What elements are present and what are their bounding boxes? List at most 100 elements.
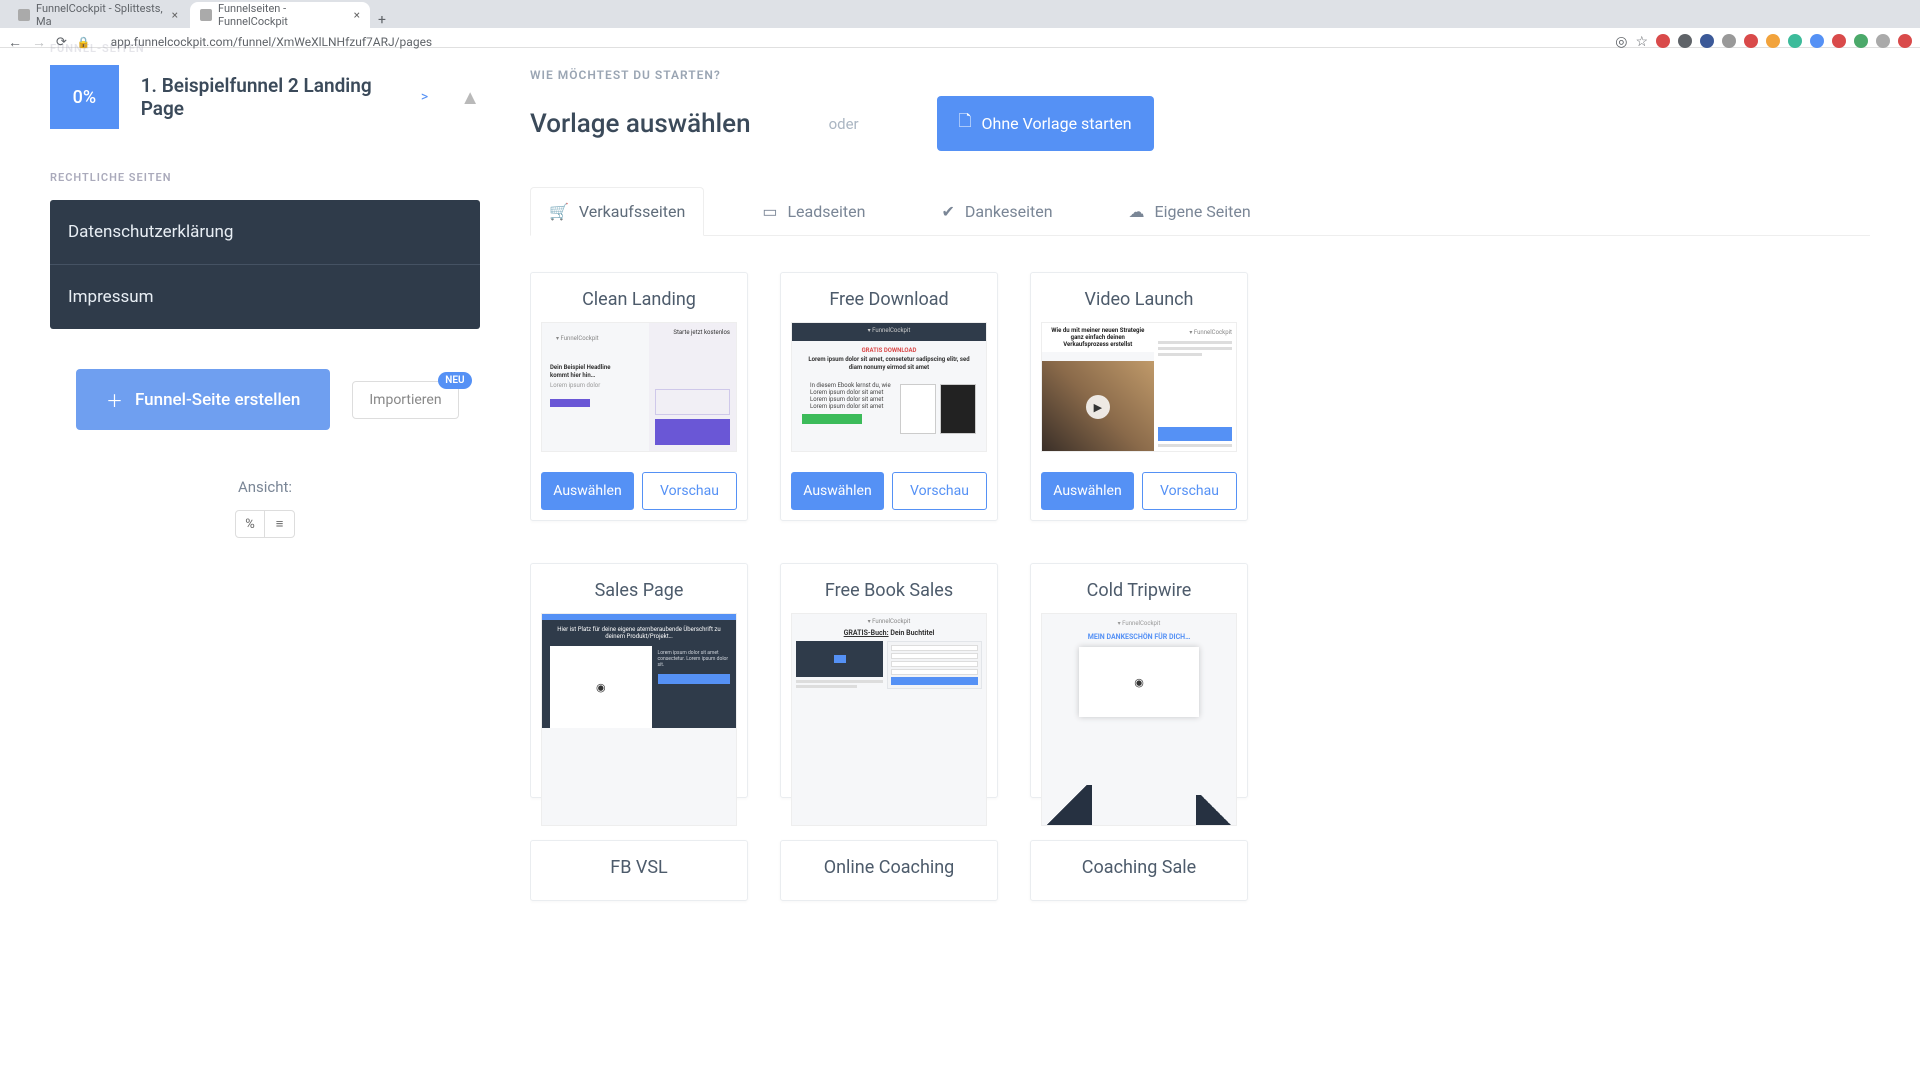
select-button[interactable]: Auswählen [1041,472,1134,510]
import-button-label: Importieren [369,392,441,408]
tab-close-icon[interactable]: × [354,8,360,22]
extension-icon[interactable] [1898,34,1912,48]
browser-tab-2[interactable]: Funnelseiten - FunnelCockpit × [190,2,370,28]
template-preview: Hier ist Platz für deine eigene atembera… [541,613,737,826]
template-title: Clean Landing [541,289,737,310]
play-icon: ◉ [589,675,613,699]
select-button[interactable]: Auswählen [791,472,884,510]
browser-tab-1[interactable]: FunnelCockpit - Splittests, Ma × [8,2,188,28]
tab-close-icon[interactable]: × [172,8,178,22]
tab-title: Funnelseiten - FunnelCockpit [218,2,348,28]
template-card-free-book: Free Book Sales ▾ FunnelCockpit GRATIS-B… [780,563,998,798]
chevron-right-icon: > [421,89,428,105]
create-funnel-page-button[interactable]: ＋ Funnel-Seite erstellen [76,369,330,430]
template-title: Sales Page [541,580,737,601]
extension-icon[interactable] [1744,34,1758,48]
sidebar: FUNNEL-SEITEN 0% 1. Beispielfunnel 2 Lan… [0,48,530,1080]
template-preview: ▾ FunnelCockpit Dein Beispiel Headline k… [541,322,737,452]
extension-icon[interactable] [1766,34,1780,48]
plus-icon: ＋ [106,387,123,412]
browser-tabs: FunnelCockpit - Splittests, Ma × Funnels… [0,0,1920,28]
template-title: Online Coaching [791,857,987,878]
template-title: Free Book Sales [791,580,987,601]
cart-icon: 🛒 [549,202,569,221]
forward-icon[interactable]: → [32,34,46,51]
start-blank-label: Ohne Vorlage starten [982,114,1132,133]
start-label: WIE MÖCHTEST DU STARTEN? [530,68,1870,82]
legal-pages-list: Datenschutzerklärung Impressum [50,200,480,329]
template-title: Video Launch [1041,289,1237,310]
tab-title: FunnelCockpit - Splittests, Ma [36,2,166,28]
favicon-icon [200,9,212,21]
template-preview: Wie du mit meiner neuen Strategie ganz e… [1041,322,1237,452]
cloud-icon: ☁ [1129,202,1145,221]
extension-icon[interactable] [1832,34,1846,48]
view-list-button[interactable]: ≡ [265,511,294,537]
legal-pages-label: RECHTLICHE SEITEN [50,171,480,184]
start-blank-button[interactable]: 🗋 Ohne Vorlage starten [937,96,1154,151]
template-card-coaching-sale: Coaching Sale [1030,840,1248,901]
templates-grid: Clean Landing ▾ FunnelCockpit Dein Beisp… [530,272,1870,901]
tab-label: Dankeseiten [965,202,1053,221]
create-button-label: Funnel-Seite erstellen [135,390,300,410]
template-preview: ▾ FunnelCockpit GRATIS-Buch: GRATIS-Buch… [791,613,987,826]
funnel-pages-label: FUNNEL-SEITEN [50,42,480,55]
warning-icon: ▲ [460,85,480,110]
tab-label: Eigene Seiten [1155,202,1251,221]
browser-chrome: FunnelCockpit - Splittests, Ma × Funnels… [0,0,1920,48]
preview-button[interactable]: Vorschau [892,472,987,510]
template-title: Cold Tripwire [1041,580,1237,601]
id-card-icon: ▭ [762,202,777,221]
extension-icon[interactable] [1678,34,1692,48]
template-card-video-launch: Video Launch Wie du mit meiner neuen Str… [1030,272,1248,521]
tab-label: Leadseiten [787,202,865,221]
legal-item-imprint[interactable]: Impressum [50,265,480,329]
extension-icon[interactable] [1656,34,1670,48]
extension-icon[interactable] [1810,34,1824,48]
play-icon: ◉ [1127,670,1151,694]
view-toggle: % ≡ [235,510,295,538]
template-card-sales-page: Sales Page Hier ist Platz für deine eige… [530,563,748,798]
template-card-online-coaching: Online Coaching [780,840,998,901]
template-card-clean-landing: Clean Landing ▾ FunnelCockpit Dein Beisp… [530,272,748,521]
tab-thank-pages[interactable]: ✔ Dankeseiten [923,187,1070,235]
view-label: Ansicht: [50,478,480,496]
extension-icon[interactable] [1876,34,1890,48]
template-card-cold-tripwire: Cold Tripwire ▾ FunnelCockpit MEIN DANKE… [1030,563,1248,798]
check-circle-icon: ✔ [941,202,954,221]
preview-button[interactable]: Vorschau [1142,472,1237,510]
head-row: Vorlage auswählen oder 🗋 Ohne Vorlage st… [530,96,1870,151]
tab-own-pages[interactable]: ☁ Eigene Seiten [1111,187,1269,235]
template-card-free-download: Free Download ▾ FunnelCockpit GRATIS DOW… [780,272,998,521]
file-icon: 🗋 [959,110,972,137]
progress-percent: 0% [50,65,119,129]
tab-sales-pages[interactable]: 🛒 Verkaufsseiten [530,187,704,236]
template-tabs: 🛒 Verkaufsseiten ▭ Leadseiten ✔ Dankesei… [530,187,1870,236]
page-title: Vorlage auswählen [530,109,751,139]
import-button[interactable]: Importieren NEU [352,381,458,419]
template-preview: ▾ FunnelCockpit GRATIS DOWNLOAD Lorem ip… [791,322,987,452]
extension-icon[interactable] [1854,34,1868,48]
favicon-icon [18,9,30,21]
legal-item-privacy[interactable]: Datenschutzerklärung [50,200,480,265]
extension-icon[interactable] [1788,34,1802,48]
tab-label: Verkaufsseiten [579,202,685,221]
template-title: Free Download [791,289,987,310]
select-button[interactable]: Auswählen [541,472,634,510]
template-title: Coaching Sale [1041,857,1237,878]
extension-icon[interactable] [1722,34,1736,48]
view-percent-button[interactable]: % [236,511,265,537]
tab-lead-pages[interactable]: ▭ Leadseiten [744,187,883,235]
extension-icon[interactable] [1700,34,1714,48]
create-row: ＋ Funnel-Seite erstellen Importieren NEU [50,369,480,430]
preview-button[interactable]: Vorschau [642,472,737,510]
template-card-fb-vsl: FB VSL [530,840,748,901]
new-badge: NEU [438,372,471,389]
play-icon: ▶ [1086,395,1110,419]
template-preview: ▾ FunnelCockpit MEIN DANKESCHÖN FÜR DICH… [1041,613,1237,826]
new-tab-button[interactable]: + [372,12,392,28]
funnel-step[interactable]: 0% 1. Beispielfunnel 2 Landing Page > ▲ [50,65,480,129]
main-content: WIE MÖCHTEST DU STARTEN? Vorlage auswähl… [530,48,1920,1080]
preview-logo: ▾ FunnelCockpit [550,331,641,346]
chart-icon [834,655,846,663]
